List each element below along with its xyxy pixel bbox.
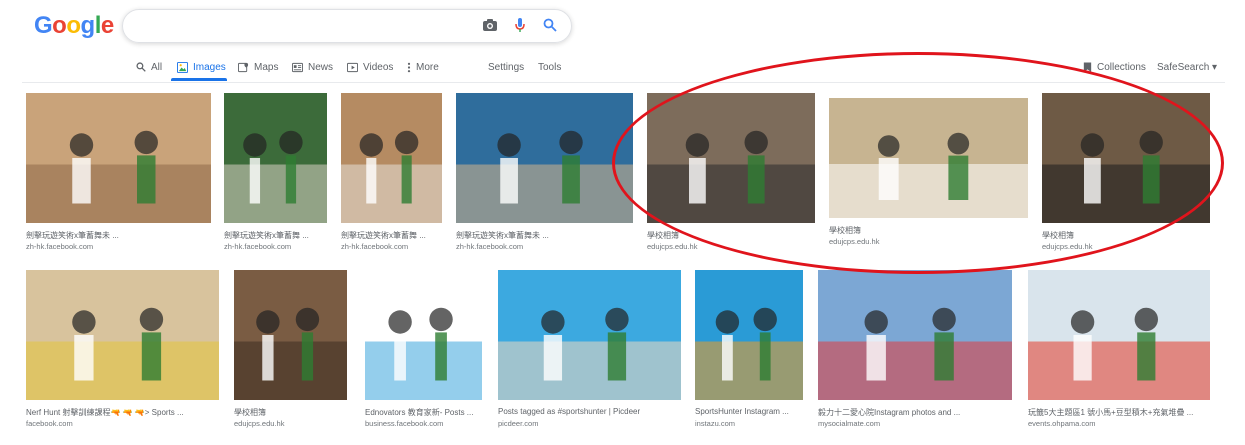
result-caption[interactable]: 劍擊玩遊笑術x筆蓄舞 ... — [341, 230, 426, 241]
result-source: edujcps.edu.hk — [234, 419, 285, 428]
result-caption[interactable]: Ednovators 教育家新- Posts ... — [365, 407, 473, 418]
logo-letter: G — [34, 12, 53, 39]
result-thumbnail[interactable] — [695, 270, 803, 400]
result-thumbnail[interactable] — [341, 93, 442, 223]
result-caption[interactable]: 劍擊玩遊笑術x筆蓄舞未 ... — [26, 230, 119, 241]
bookmark-icon — [1083, 61, 1092, 72]
microphone-icon[interactable] — [511, 16, 529, 34]
settings-link[interactable]: Settings — [488, 59, 524, 75]
result-source: edujcps.edu.hk — [829, 237, 880, 246]
search-input[interactable] — [122, 9, 572, 43]
tab-label: All — [151, 61, 163, 73]
result-caption[interactable]: 劍擊玩遊笑術x筆蓄舞 ... — [224, 230, 309, 241]
camera-icon[interactable] — [481, 16, 499, 34]
result-source: zh-hk.facebook.com — [456, 242, 524, 251]
tab-more[interactable]: More — [407, 59, 439, 75]
result-thumbnail[interactable] — [647, 93, 815, 223]
collections-link[interactable]: Collections — [1083, 59, 1146, 75]
tab-label: More — [416, 61, 439, 73]
logo-letter: o — [66, 12, 81, 39]
image-icon — [177, 61, 188, 73]
result-caption[interactable]: 玩籤5大主題區1 號小馬+豆型積木+充氣堆疊 ... — [1028, 407, 1193, 418]
result-caption[interactable]: SportsHunter Instagram ... — [695, 407, 789, 416]
tab-maps[interactable]: Maps — [238, 59, 278, 75]
result-source: events.ohpama.com — [1028, 419, 1096, 428]
result-source: edujcps.edu.hk — [1042, 242, 1093, 251]
logo-letter: e — [100, 12, 114, 39]
tools-link[interactable]: Tools — [538, 59, 561, 75]
result-caption[interactable]: 學校相簿 — [1042, 230, 1074, 241]
tab-images[interactable]: Images — [177, 59, 226, 75]
safesearch-label: SafeSearch ▾ — [1157, 61, 1218, 73]
logo-letter: o — [52, 12, 67, 39]
result-source: zh-hk.facebook.com — [224, 242, 292, 251]
result-thumbnail[interactable] — [224, 93, 327, 223]
result-source: zh-hk.facebook.com — [26, 242, 94, 251]
result-thumbnail[interactable] — [26, 270, 219, 400]
header-divider — [22, 82, 1225, 83]
result-caption[interactable]: Nerf Hunt 射擊訓練課程🔫 🔫 🔫> Sports ... — [26, 407, 184, 418]
safesearch-menu[interactable]: SafeSearch ▾ — [1157, 59, 1217, 75]
result-thumbnail[interactable] — [1028, 270, 1210, 400]
result-thumbnail[interactable] — [26, 93, 211, 223]
tab-news[interactable]: News — [292, 59, 333, 75]
result-caption[interactable]: 毅力十二愛心院Instagram photos and ... — [818, 407, 960, 418]
tab-label: Maps — [254, 61, 279, 73]
video-icon — [347, 62, 358, 72]
search-tabs: All Images Maps News Videos More Setting… — [0, 59, 1245, 83]
result-thumbnail[interactable] — [234, 270, 347, 400]
search-icon — [136, 62, 146, 72]
active-tab-indicator — [171, 78, 227, 81]
tab-all[interactable]: All — [136, 59, 162, 75]
result-thumbnail[interactable] — [1042, 93, 1210, 223]
map-icon — [238, 62, 249, 72]
result-caption[interactable]: 劍擊玩遊笑術x筆蓄舞未 ... — [456, 230, 549, 241]
result-caption[interactable]: Posts tagged as #sportshunter | Picdeer — [498, 407, 640, 416]
google-logo[interactable]: Google — [34, 12, 114, 40]
search-icon[interactable] — [541, 16, 559, 34]
tab-label: Videos — [363, 61, 394, 73]
collections-label: Collections — [1097, 61, 1146, 73]
tab-videos[interactable]: Videos — [347, 59, 393, 75]
tab-label: Images — [193, 61, 226, 73]
result-source: edujcps.edu.hk — [647, 242, 698, 251]
result-caption[interactable]: 學校相簿 — [234, 407, 266, 418]
result-source: zh-hk.facebook.com — [341, 242, 409, 251]
tab-label: News — [308, 61, 334, 73]
result-thumbnail[interactable] — [365, 270, 482, 400]
result-source: business.facebook.com — [365, 419, 444, 428]
result-caption[interactable]: 學校相簿 — [647, 230, 679, 241]
result-source: picdeer.com — [498, 419, 539, 428]
result-source: facebook.com — [26, 419, 73, 428]
logo-letter: g — [80, 12, 96, 39]
result-thumbnail[interactable] — [829, 98, 1028, 218]
more-icon — [407, 62, 411, 72]
result-source: mysocialmate.com — [818, 419, 881, 428]
settings-label: Settings — [488, 61, 525, 73]
result-caption[interactable]: 學校相簿 — [829, 225, 861, 236]
tools-label: Tools — [538, 61, 562, 73]
result-thumbnail[interactable] — [456, 93, 633, 223]
result-source: instazu.com — [695, 419, 736, 428]
result-thumbnail[interactable] — [498, 270, 681, 400]
news-icon — [292, 62, 303, 72]
result-thumbnail[interactable] — [818, 270, 1012, 400]
